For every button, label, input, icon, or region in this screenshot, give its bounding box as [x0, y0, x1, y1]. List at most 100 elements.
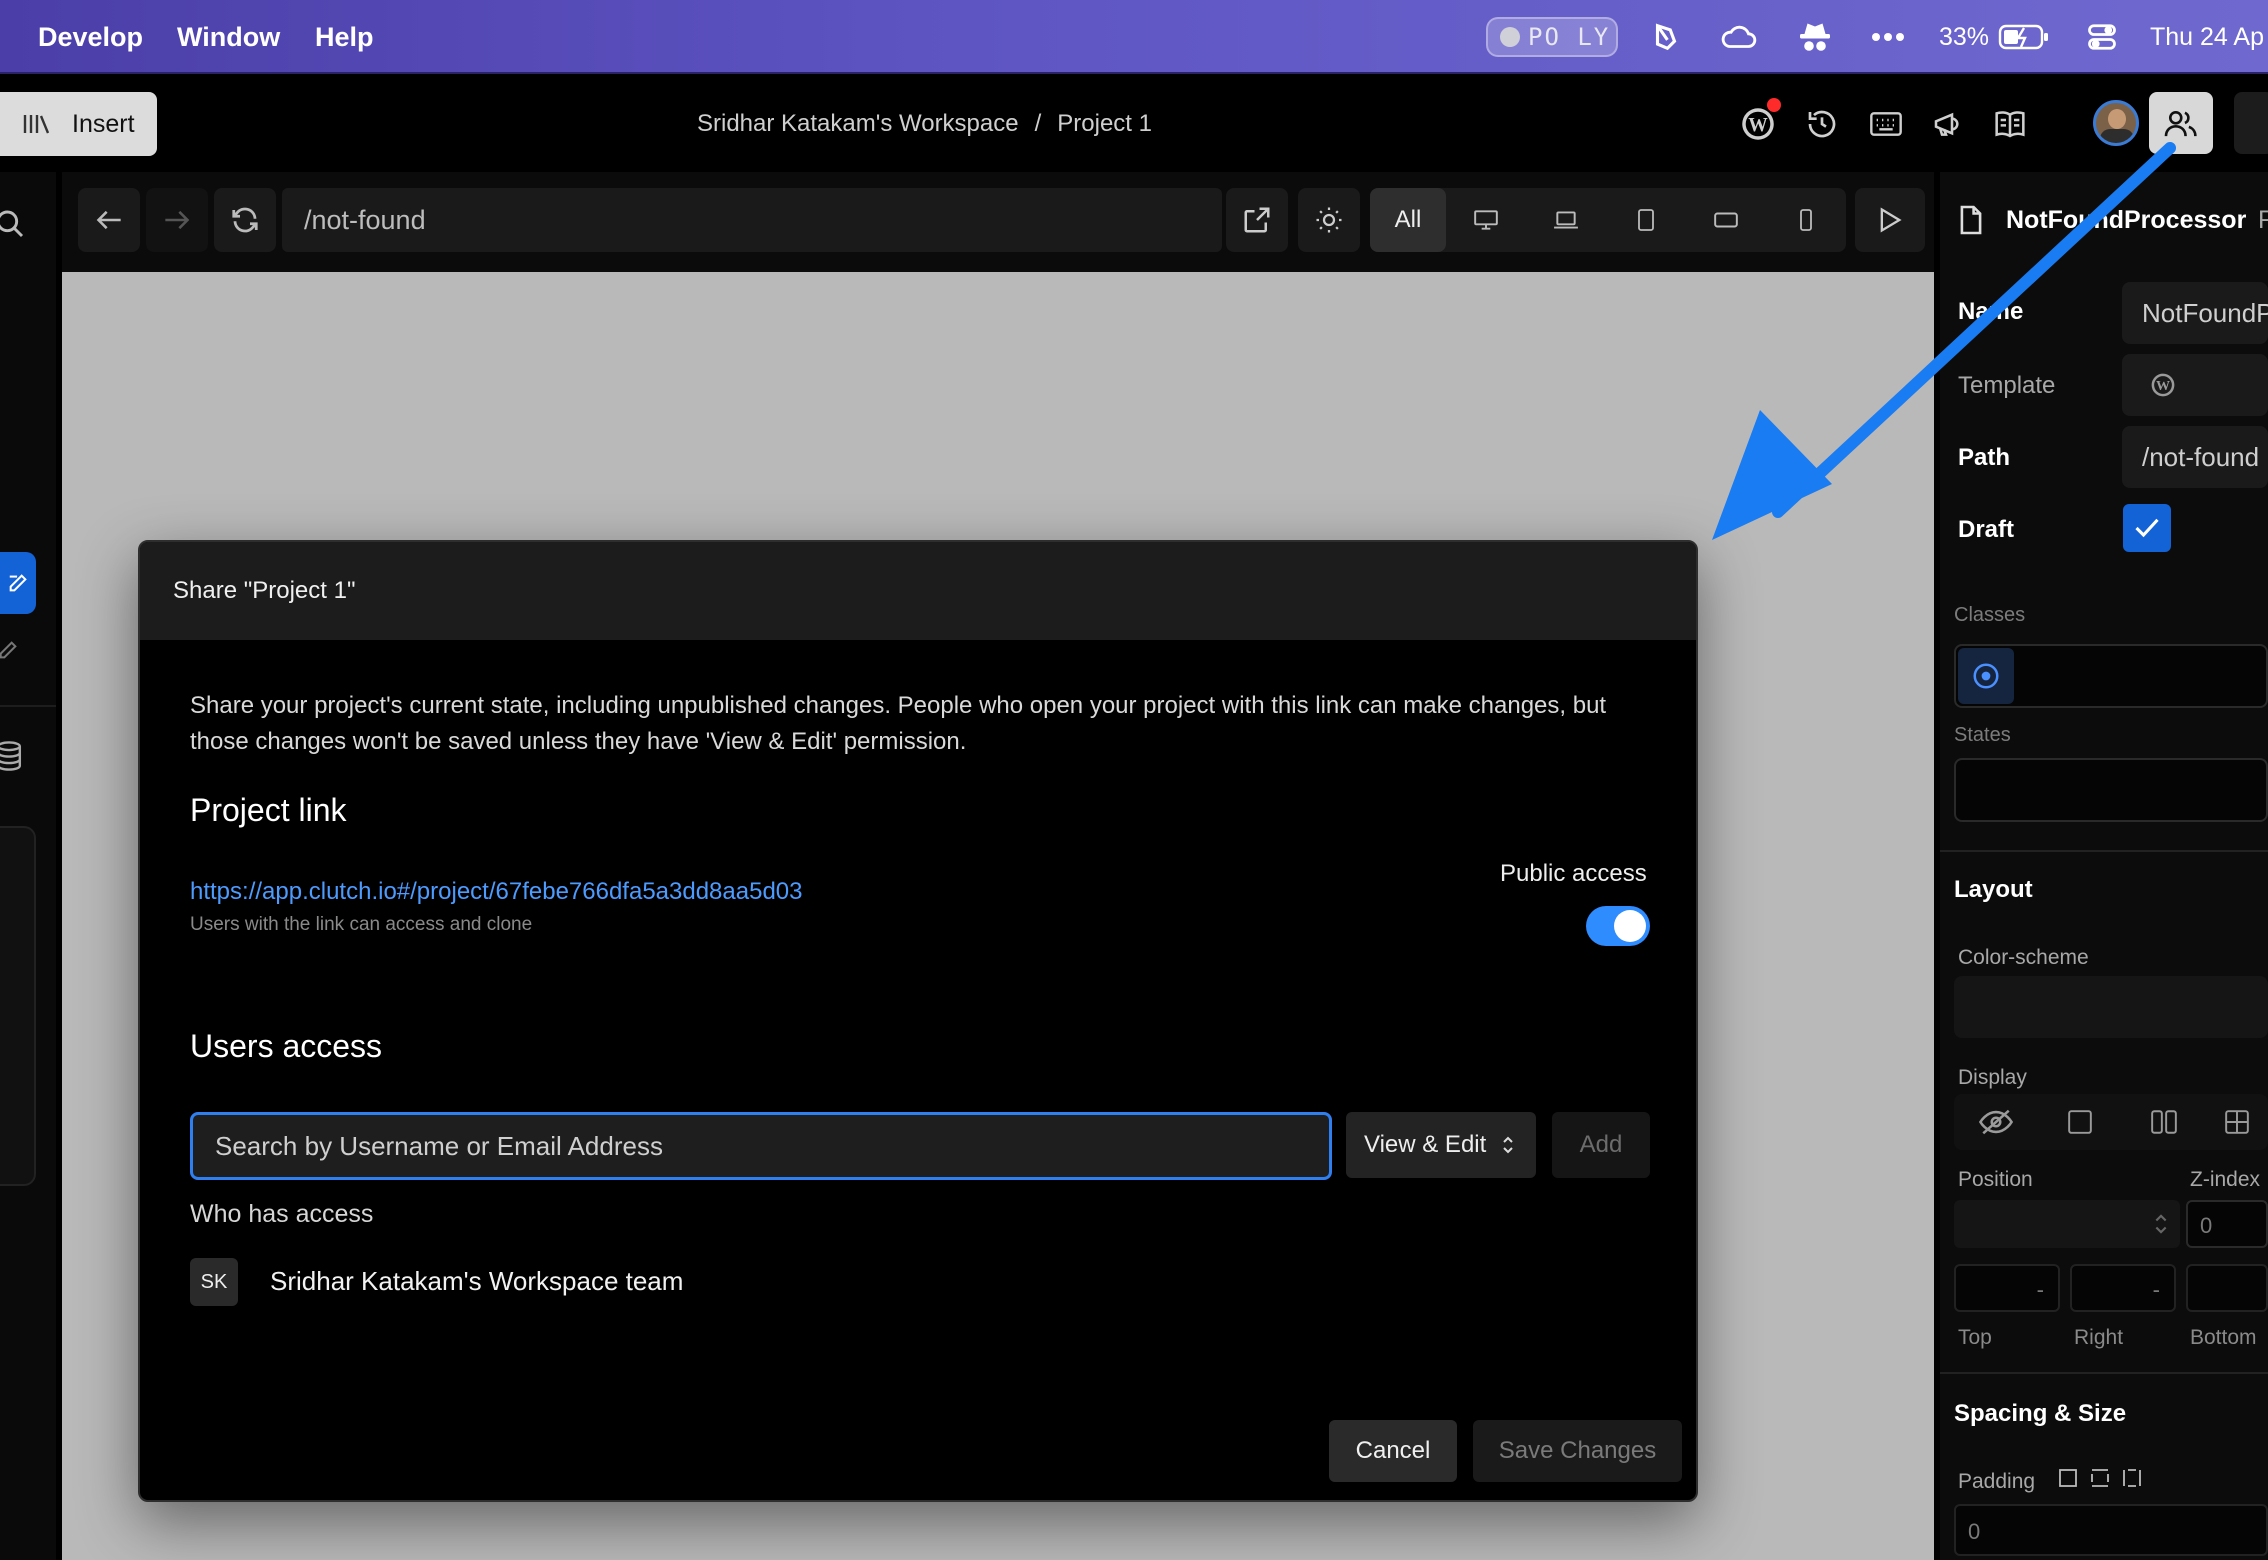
menu-develop[interactable]: Develop: [38, 0, 143, 74]
desktop-icon[interactable]: [1446, 188, 1526, 252]
breadcrumb-workspace[interactable]: Sridhar Katakam's Workspace: [697, 110, 1019, 138]
padding-vertical-icon[interactable]: [2090, 1468, 2110, 1488]
menu-window[interactable]: Window: [177, 0, 280, 74]
public-access-toggle[interactable]: [1586, 906, 1650, 946]
breadcrumb: Sridhar Katakam's Workspace / Project 1: [697, 104, 1152, 144]
open-external-button[interactable]: [1226, 188, 1288, 252]
top-label: Top: [1958, 1326, 1992, 1349]
notification-dot: [1767, 98, 1781, 112]
external-link-icon: [1242, 205, 1272, 235]
search-icon[interactable]: [0, 204, 30, 244]
macos-menu-bar: Develop Window Help PO LY 33% Thu 24 Ap: [0, 0, 2268, 74]
arrow-left-icon: [95, 208, 123, 232]
more-icon[interactable]: [1866, 16, 1910, 58]
database-icon[interactable]: [0, 736, 24, 776]
hand-tool-icon[interactable]: [1644, 16, 1688, 58]
viewport-all[interactable]: All: [1370, 188, 1446, 252]
padding-field[interactable]: 0: [1954, 1504, 2268, 1556]
position-label: Position: [1958, 1168, 2033, 1191]
display-block-icon[interactable]: [2038, 1094, 2122, 1150]
panel-toggle-button[interactable]: [2234, 92, 2268, 154]
panel-divider-2: [1940, 1372, 2268, 1374]
laptop-icon[interactable]: [1526, 188, 1606, 252]
project-link-heading: Project link: [190, 792, 347, 828]
battery-charging-icon[interactable]: [1996, 16, 2052, 58]
toggle-knob: [1614, 910, 1646, 942]
rail-divider: [0, 705, 56, 707]
class-target-button[interactable]: [1958, 648, 2014, 704]
edit-secondary-icon[interactable]: [0, 632, 20, 668]
public-access-label: Public access: [1500, 860, 1647, 887]
color-scheme-select[interactable]: [1954, 976, 2268, 1038]
url-path-field[interactable]: /not-found: [282, 188, 1222, 252]
bottom-field[interactable]: [2186, 1264, 2268, 1312]
svg-text:W: W: [1748, 115, 1768, 136]
rail-panel: [0, 826, 36, 1186]
insert-button[interactable]: Insert: [0, 92, 157, 156]
users-access-heading: Users access: [190, 1028, 383, 1064]
chevron-updown-icon: [2154, 1212, 2168, 1236]
add-user-button[interactable]: Add: [1552, 1112, 1650, 1178]
layout-title: Layout: [1954, 876, 2033, 903]
zindex-label: Z-index: [2190, 1168, 2261, 1191]
padding-mode-toggles: [2058, 1468, 2142, 1488]
control-center-icon[interactable]: [2082, 16, 2122, 58]
project-url-note: Users with the link can access and clone: [190, 914, 533, 935]
record-dot-icon: [1500, 27, 1520, 47]
dialog-description: Share your project's current state, incl…: [190, 692, 1607, 755]
member-initials-badge: SK: [190, 1258, 238, 1306]
reload-button[interactable]: [214, 188, 276, 252]
bottom-label: Bottom: [2190, 1326, 2257, 1349]
right-field[interactable]: -: [2070, 1264, 2176, 1312]
breadcrumb-project[interactable]: Project 1: [1057, 110, 1152, 138]
member-name: Sridhar Katakam's Workspace team: [270, 1266, 684, 1296]
cancel-button[interactable]: Cancel: [1329, 1420, 1457, 1482]
users-icon: [2164, 108, 2198, 138]
who-has-access-label: Who has access: [190, 1200, 374, 1228]
permission-select[interactable]: View & Edit: [1346, 1112, 1536, 1178]
theme-toggle-button[interactable]: [1298, 188, 1360, 252]
permission-value: View & Edit: [1364, 1131, 1487, 1158]
color-scheme-label: Color-scheme: [1958, 946, 2089, 969]
display-flex-icon[interactable]: [2122, 1094, 2206, 1150]
padding-label: Padding: [1958, 1470, 2036, 1493]
battery-percent: 33%: [1939, 23, 1990, 51]
tablet-icon[interactable]: [1606, 188, 1686, 252]
share-dialog: Share "Project 1" Share your project's c…: [138, 540, 1698, 1502]
component-title-suffix: F: [2258, 206, 2268, 234]
menu-clock[interactable]: Thu 24 Ap: [2150, 0, 2264, 74]
dialog-title: Share "Project 1": [140, 542, 1696, 640]
zindex-field[interactable]: 0: [2186, 1200, 2268, 1248]
user-search-input[interactable]: [190, 1112, 1332, 1180]
display-label: Display: [1958, 1066, 2027, 1089]
screen-recording-indicator[interactable]: PO LY: [1486, 17, 1618, 57]
display-options: [1954, 1094, 2268, 1150]
top-field[interactable]: -: [1954, 1264, 2060, 1312]
display-grid-icon[interactable]: [2206, 1094, 2268, 1150]
project-url-link[interactable]: https://app.clutch.io#/project/67febe766…: [190, 878, 803, 906]
sun-icon: [1314, 205, 1344, 235]
refresh-icon: [230, 205, 260, 235]
rail-edit-active[interactable]: [0, 552, 36, 614]
annotation-arrow-icon: [1712, 142, 2176, 540]
target-icon: [1971, 661, 2001, 691]
display-none-icon[interactable]: [1954, 1094, 2038, 1150]
back-button[interactable]: [78, 188, 140, 252]
panel-divider: [1940, 850, 2268, 852]
spacing-title: Spacing & Size: [1954, 1400, 2127, 1427]
forward-button[interactable]: [146, 188, 208, 252]
avatar-face: [2108, 109, 2126, 129]
breadcrumb-separator: /: [1034, 110, 1042, 137]
classes-label: Classes: [1954, 604, 2026, 626]
menu-help[interactable]: Help: [315, 0, 374, 74]
states-label: States: [1954, 724, 2011, 746]
padding-horizontal-icon[interactable]: [2122, 1468, 2142, 1488]
cloud-icon[interactable]: [1714, 16, 1764, 58]
arrow-right-icon: [163, 208, 191, 232]
save-changes-button[interactable]: Save Changes: [1473, 1420, 1682, 1482]
insert-label: Insert: [72, 109, 135, 138]
position-select[interactable]: [1954, 1200, 2180, 1248]
incognito-icon[interactable]: [1790, 16, 1840, 58]
states-input[interactable]: [1954, 758, 2268, 822]
padding-all-icon[interactable]: [2058, 1468, 2078, 1488]
